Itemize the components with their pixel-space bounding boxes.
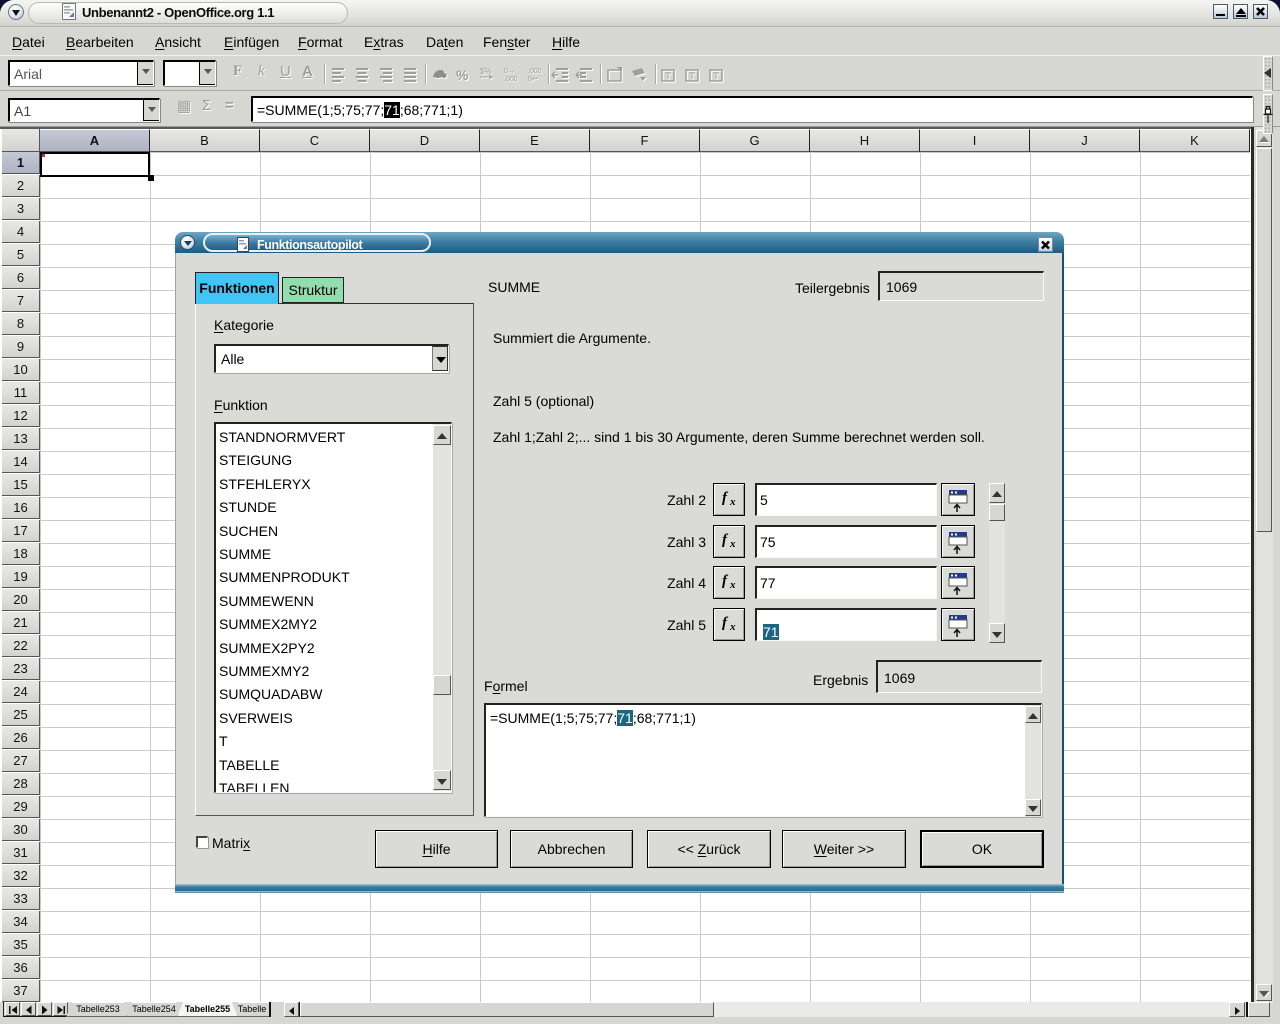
svg-text:$%: $%: [480, 67, 492, 76]
svg-text:%: %: [456, 67, 469, 83]
svg-text:0→: 0→: [504, 68, 515, 75]
svg-text:.000: .000: [504, 76, 518, 83]
svg-text:.000: .000: [528, 68, 542, 75]
svg-text:0↩: 0↩: [528, 76, 538, 83]
